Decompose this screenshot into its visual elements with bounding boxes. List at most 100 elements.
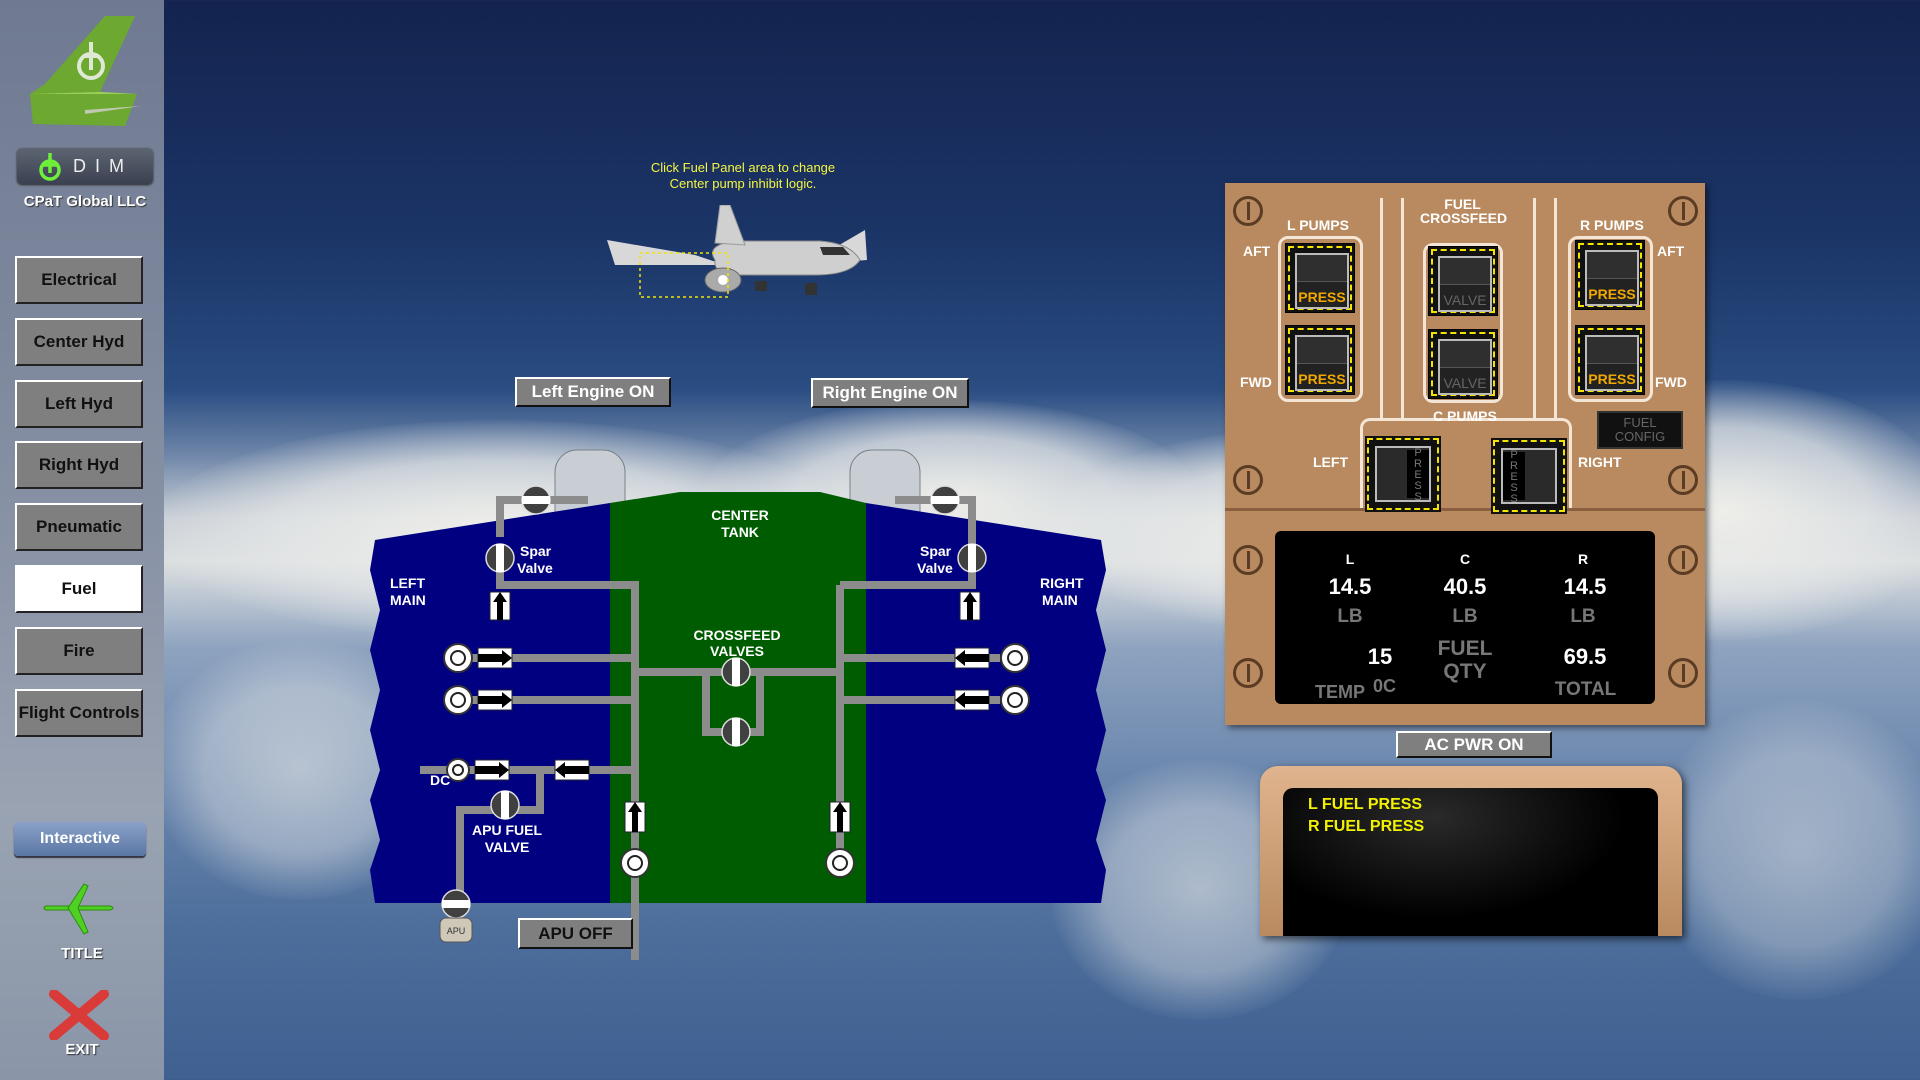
center-tank [610, 503, 866, 903]
l-pumps-label: L PUMPS [1287, 217, 1349, 233]
fuel-total-value: 69.5 [1563, 644, 1607, 669]
left-spar-valve-label-2: Valve [517, 560, 553, 576]
hint-line-2: Center pump inhibit logic. [669, 176, 817, 191]
nav-flight-controls[interactable]: Flight Controls [15, 689, 143, 737]
sidebar: DIM CPaT Global LLC Electrical Center Hy… [0, 0, 164, 1080]
nav-label: Fire [63, 641, 95, 660]
nav-pneumatic[interactable]: Pneumatic [15, 503, 143, 551]
fuel-config-line2: CONFIG [1614, 429, 1666, 444]
crossfeed-valves-label: CROSSFEED [693, 627, 780, 643]
right-spar-valve-label: Spar [920, 543, 952, 559]
press-light: PRESS [1407, 447, 1429, 502]
qty-l-unit: LB [1337, 606, 1363, 627]
dc-label: DC [430, 772, 450, 788]
r-aft-pump-switch[interactable]: PRESS [1575, 240, 1645, 310]
r-aft-label: AFT [1657, 243, 1685, 259]
left-main-label-2: MAIN [390, 592, 426, 608]
left-engine-label: Left Engine ON [531, 382, 655, 401]
panel-screw [1668, 658, 1698, 688]
press-light: PRESS [1298, 371, 1346, 387]
title-button[interactable] [40, 882, 124, 942]
dim-button[interactable]: DIM [17, 148, 153, 184]
feed-line-right [1533, 198, 1557, 420]
crossfeed-aft-switch[interactable]: VALVE [1428, 329, 1498, 399]
apu-text: APU [447, 926, 466, 936]
crossfeed-fwd-switch[interactable]: VALVE [1428, 246, 1498, 316]
c-left-label: LEFT [1313, 454, 1348, 470]
qty-r-value: 14.5 [1563, 574, 1607, 599]
center-tank-label-2: TANK [721, 524, 759, 540]
fuel-qty-title-1: FUEL [1437, 637, 1493, 660]
right-engine-button[interactable]: Right Engine ON [811, 378, 969, 408]
press-light: PRESS [1588, 286, 1636, 302]
power-plane-icon [39, 153, 61, 181]
nav-label: Left Hyd [45, 394, 113, 413]
r-fwd-pump-switch[interactable]: PRESS [1575, 325, 1645, 395]
apu-button[interactable]: APU OFF [518, 918, 633, 949]
nav-label: Fuel [61, 579, 97, 598]
nav-electrical[interactable]: Electrical [15, 256, 143, 304]
left-engine-button[interactable]: Left Engine ON [515, 377, 671, 407]
fuel-temp-value: 15 [1367, 644, 1393, 669]
fuel-qty-title-2: QTY [1443, 660, 1487, 683]
interactive-label: Interactive [39, 830, 121, 847]
temp-label-clip: TEMP 0C [1315, 676, 1405, 704]
center-tank-label: CENTER [711, 507, 769, 523]
left-main-label: LEFT [390, 575, 425, 591]
fuel-config-line1: FUEL [1623, 415, 1657, 430]
qty-l-value: 14.5 [1328, 574, 1372, 599]
panel-screw [1668, 465, 1698, 495]
apu-fuel-valve-label-2: VALVE [485, 839, 530, 855]
nav-center-hyd[interactable]: Center Hyd [15, 318, 143, 366]
eicas-message: L FUEL PRESS [1308, 796, 1423, 813]
nav-fire[interactable]: Fire [15, 627, 143, 675]
crossfeed-valves-label-2: VALVES [710, 643, 764, 659]
apu-fuel-valve-label: APU FUEL [472, 822, 542, 838]
right-main-label-2: MAIN [1042, 592, 1078, 608]
right-spar-valve-label-2: Valve [917, 560, 953, 576]
fuel-total-label: TOTAL [1554, 679, 1617, 700]
c-right-pump-switch[interactable]: PRESS [1491, 438, 1567, 514]
green-airplane-icon [43, 883, 114, 935]
press-light: PRESS [1503, 449, 1525, 504]
l-fwd-label: FWD [1240, 374, 1272, 390]
press-light: PRESS [1298, 289, 1346, 305]
fuel-quantity-display: L C R 14.5 40.5 14.5 LB LB LB 15 FUEL QT… [1275, 531, 1655, 704]
panel-screw [1233, 465, 1263, 495]
panel-screw [1233, 196, 1263, 226]
nav-label: Center Hyd [33, 332, 125, 351]
nav-left-hyd[interactable]: Left Hyd [15, 380, 143, 428]
qty-l-label: L [1345, 551, 1355, 567]
cloud [1650, 700, 1920, 1000]
panel-screw [1233, 545, 1263, 575]
company-name: CPaT Global LLC [23, 193, 147, 210]
qty-r-unit: LB [1570, 606, 1596, 627]
interactive-button[interactable]: Interactive [14, 822, 146, 856]
fuel-crossfeed-line1: FUEL [1444, 196, 1481, 212]
exit-button[interactable] [48, 989, 110, 1041]
ac-power-label: AC PWR ON [1424, 734, 1524, 754]
nav-fuel[interactable]: Fuel [15, 565, 143, 613]
ac-power-button[interactable]: AC PWR ON [1396, 731, 1552, 758]
nav-label: Right Hyd [38, 455, 120, 474]
fuel-crossfeed-label: FUEL CROSSFEED [1420, 196, 1507, 225]
panel-screw [1668, 545, 1698, 575]
panel-screw [1233, 658, 1263, 688]
c-right-label: RIGHT [1578, 454, 1622, 470]
hint-line-1: Click Fuel Panel area to change [650, 160, 836, 175]
panel-screw [1668, 196, 1698, 226]
qty-c-label: C [1459, 551, 1471, 567]
l-fwd-pump-switch[interactable]: PRESS [1285, 325, 1355, 395]
qty-c-unit: LB [1452, 606, 1478, 627]
l-aft-pump-switch[interactable]: PRESS [1285, 243, 1355, 313]
title-label: TITLE [61, 945, 103, 962]
right-engine-label: Right Engine ON [822, 383, 958, 402]
airplane-image [607, 205, 867, 298]
fuel-temp-label: TEMP [1315, 682, 1366, 702]
c-left-pump-switch[interactable]: PRESS [1365, 436, 1441, 512]
nav-right-hyd[interactable]: Right Hyd [15, 441, 143, 489]
fuel-config-light: FUEL CONFIG [1597, 411, 1683, 449]
nav-label: Flight Controls [18, 703, 140, 722]
nav-label: Electrical [41, 270, 117, 289]
press-light: PRESS [1588, 371, 1636, 387]
